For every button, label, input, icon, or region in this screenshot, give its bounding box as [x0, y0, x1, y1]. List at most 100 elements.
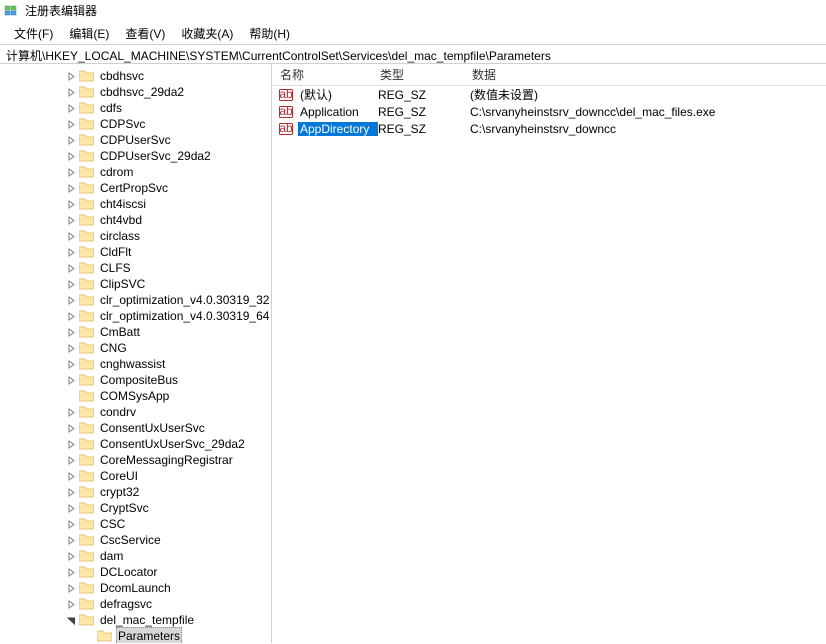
tree-item[interactable]: cht4vbd	[0, 212, 271, 228]
tree-item[interactable]: clr_optimization_v4.0.30319_64	[0, 308, 271, 324]
chevron-right-icon[interactable]	[64, 517, 78, 531]
chevron-right-icon[interactable]	[64, 133, 78, 147]
tree-item[interactable]: CldFlt	[0, 244, 271, 260]
folder-icon	[78, 69, 94, 83]
value-row[interactable]: ab(默认)REG_SZ(数值未设置)	[272, 86, 826, 103]
chevron-right-icon[interactable]	[64, 149, 78, 163]
tree-item-label: COMSysApp	[98, 388, 171, 404]
tree-item[interactable]: CoreMessagingRegistrar	[0, 452, 271, 468]
chevron-down-icon[interactable]	[64, 613, 78, 627]
chevron-right-icon[interactable]	[64, 165, 78, 179]
tree-item[interactable]: COMSysApp	[0, 388, 271, 404]
folder-icon	[78, 581, 94, 595]
chevron-right-icon[interactable]	[64, 485, 78, 499]
menu-view[interactable]: 查看(V)	[117, 23, 173, 44]
folder-icon	[78, 453, 94, 467]
chevron-right-icon[interactable]	[64, 453, 78, 467]
chevron-right-icon[interactable]	[64, 117, 78, 131]
tree-item[interactable]: CoreUI	[0, 468, 271, 484]
tree-item[interactable]: ConsentUxUserSvc	[0, 420, 271, 436]
chevron-right-icon[interactable]	[64, 437, 78, 451]
folder-icon	[78, 149, 94, 163]
chevron-right-icon[interactable]	[64, 213, 78, 227]
tree-item[interactable]: Parameters	[0, 628, 271, 643]
tree-item[interactable]: condrv	[0, 404, 271, 420]
value-data: C:\srvanyheinstsrv_downcc\del_mac_files.…	[470, 105, 826, 119]
tree-item[interactable]: cht4iscsi	[0, 196, 271, 212]
folder-icon	[78, 421, 94, 435]
string-value-icon: ab	[278, 87, 294, 103]
chevron-right-icon[interactable]	[64, 469, 78, 483]
value-type: REG_SZ	[378, 105, 470, 119]
chevron-right-icon[interactable]	[64, 261, 78, 275]
tree-item-label: DCLocator	[98, 564, 159, 580]
chevron-right-icon[interactable]	[64, 85, 78, 99]
tree-item[interactable]: CDPSvc	[0, 116, 271, 132]
tree-item[interactable]: CDPUserSvc	[0, 132, 271, 148]
chevron-right-icon[interactable]	[64, 325, 78, 339]
tree-item[interactable]: CertPropSvc	[0, 180, 271, 196]
tree-item-label: CSC	[98, 516, 127, 532]
folder-icon	[78, 437, 94, 451]
tree-item[interactable]: clr_optimization_v4.0.30319_32	[0, 292, 271, 308]
tree-item-label: CmBatt	[98, 324, 142, 340]
tree-item[interactable]: CDPUserSvc_29da2	[0, 148, 271, 164]
tree-item[interactable]: cdfs	[0, 100, 271, 116]
chevron-right-icon[interactable]	[64, 293, 78, 307]
tree-item[interactable]: ClipSVC	[0, 276, 271, 292]
menu-file[interactable]: 文件(F)	[6, 23, 61, 44]
tree-item[interactable]: DcomLaunch	[0, 580, 271, 596]
value-row[interactable]: abAppDirectoryREG_SZC:\srvanyheinstsrv_d…	[272, 120, 826, 137]
chevron-right-icon[interactable]	[64, 565, 78, 579]
tree-item[interactable]: DCLocator	[0, 564, 271, 580]
tree-item[interactable]: circlass	[0, 228, 271, 244]
tree-item[interactable]: cdrom	[0, 164, 271, 180]
tree-item-label: CoreUI	[98, 468, 140, 484]
tree-item[interactable]: crypt32	[0, 484, 271, 500]
chevron-right-icon[interactable]	[64, 197, 78, 211]
svg-text:ab: ab	[279, 121, 293, 135]
tree-item[interactable]: CryptSvc	[0, 500, 271, 516]
values-pane[interactable]: 名称 类型 数据 ab(默认)REG_SZ(数值未设置)abApplicatio…	[272, 64, 826, 643]
chevron-right-icon[interactable]	[64, 277, 78, 291]
string-value-icon: ab	[278, 104, 294, 120]
tree-item[interactable]: CompositeBus	[0, 372, 271, 388]
chevron-right-icon[interactable]	[64, 405, 78, 419]
tree-item[interactable]: CNG	[0, 340, 271, 356]
menu-favorites[interactable]: 收藏夹(A)	[173, 23, 241, 44]
tree-item[interactable]: defragsvc	[0, 596, 271, 612]
column-header-name[interactable]: 名称	[272, 64, 372, 86]
tree-item[interactable]: CSC	[0, 516, 271, 532]
chevron-right-icon[interactable]	[64, 245, 78, 259]
tree-item[interactable]: cnghwassist	[0, 356, 271, 372]
chevron-right-icon[interactable]	[64, 357, 78, 371]
chevron-right-icon[interactable]	[64, 533, 78, 547]
menu-help[interactable]: 帮助(H)	[241, 23, 298, 44]
chevron-right-icon[interactable]	[64, 101, 78, 115]
menu-edit[interactable]: 编辑(E)	[61, 23, 117, 44]
chevron-right-icon[interactable]	[64, 597, 78, 611]
chevron-right-icon[interactable]	[64, 309, 78, 323]
column-header-data[interactable]: 数据	[464, 64, 826, 86]
chevron-right-icon[interactable]	[64, 501, 78, 515]
tree-item[interactable]: CLFS	[0, 260, 271, 276]
tree-pane[interactable]: cbdhsvccbdhsvc_29da2cdfsCDPSvcCDPUserSvc…	[0, 64, 272, 643]
tree-item[interactable]: cbdhsvc	[0, 68, 271, 84]
tree-item[interactable]: CscService	[0, 532, 271, 548]
chevron-right-icon[interactable]	[64, 181, 78, 195]
chevron-right-icon[interactable]	[64, 229, 78, 243]
chevron-right-icon[interactable]	[64, 421, 78, 435]
chevron-right-icon[interactable]	[64, 581, 78, 595]
chevron-right-icon[interactable]	[64, 373, 78, 387]
address-bar[interactable]: 计算机\HKEY_LOCAL_MACHINE\SYSTEM\CurrentCon…	[0, 45, 826, 63]
chevron-right-icon[interactable]	[64, 69, 78, 83]
tree-item[interactable]: cbdhsvc_29da2	[0, 84, 271, 100]
chevron-right-icon[interactable]	[64, 549, 78, 563]
column-header-type[interactable]: 类型	[372, 64, 464, 86]
tree-item[interactable]: dam	[0, 548, 271, 564]
tree-item[interactable]: ConsentUxUserSvc_29da2	[0, 436, 271, 452]
tree-item[interactable]: del_mac_tempfile	[0, 612, 271, 628]
chevron-right-icon[interactable]	[64, 341, 78, 355]
value-row[interactable]: abApplicationREG_SZC:\srvanyheinstsrv_do…	[272, 103, 826, 120]
tree-item[interactable]: CmBatt	[0, 324, 271, 340]
